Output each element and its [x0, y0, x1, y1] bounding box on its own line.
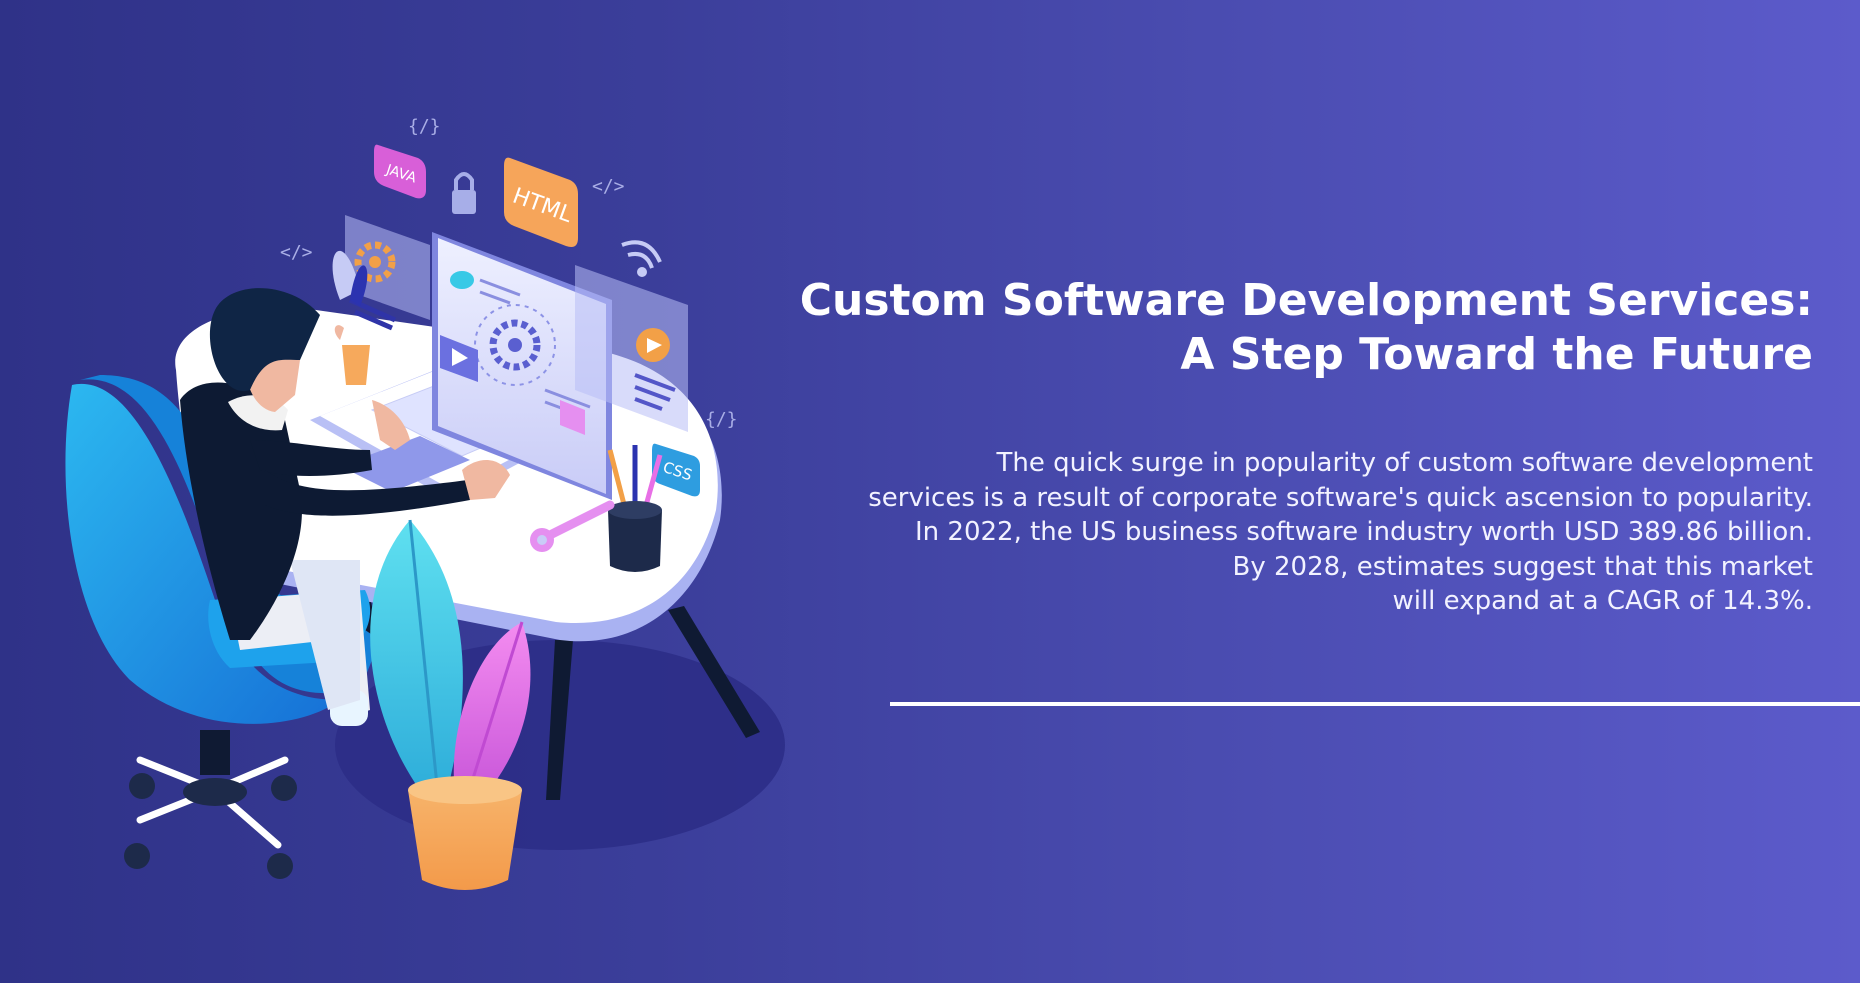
code-glyph: </> — [280, 242, 313, 263]
title-line-2: A Step Toward the Future — [1180, 329, 1813, 380]
code-glyph: {/} — [705, 409, 738, 430]
cloud-icon — [450, 271, 474, 289]
code-glyph: </> — [592, 176, 625, 197]
description-line: In 2022, the US business software indust… — [914, 517, 1813, 547]
description-line: By 2028, estimates suggest that this mar… — [1232, 551, 1813, 582]
divider-line — [890, 702, 1860, 706]
description-line: The quick surge in popularity of custom … — [996, 448, 1813, 478]
lock-icon — [452, 172, 476, 214]
title-line-1: Custom Software Development Services: — [799, 275, 1813, 326]
java-badge: JAVA — [374, 144, 426, 199]
html-badge: HTML — [504, 157, 578, 247]
code-glyph: {/} — [408, 116, 441, 137]
page-title: Custom Software Development Services: A … — [753, 274, 1813, 382]
description-paragraph: The quick surge in popularity of custom … — [713, 446, 1813, 619]
wifi-icon — [621, 240, 662, 277]
description-line: will expand at a CAGR of 14.3%. — [1392, 586, 1813, 616]
description-line: services is a result of corporate softwa… — [868, 482, 1813, 513]
